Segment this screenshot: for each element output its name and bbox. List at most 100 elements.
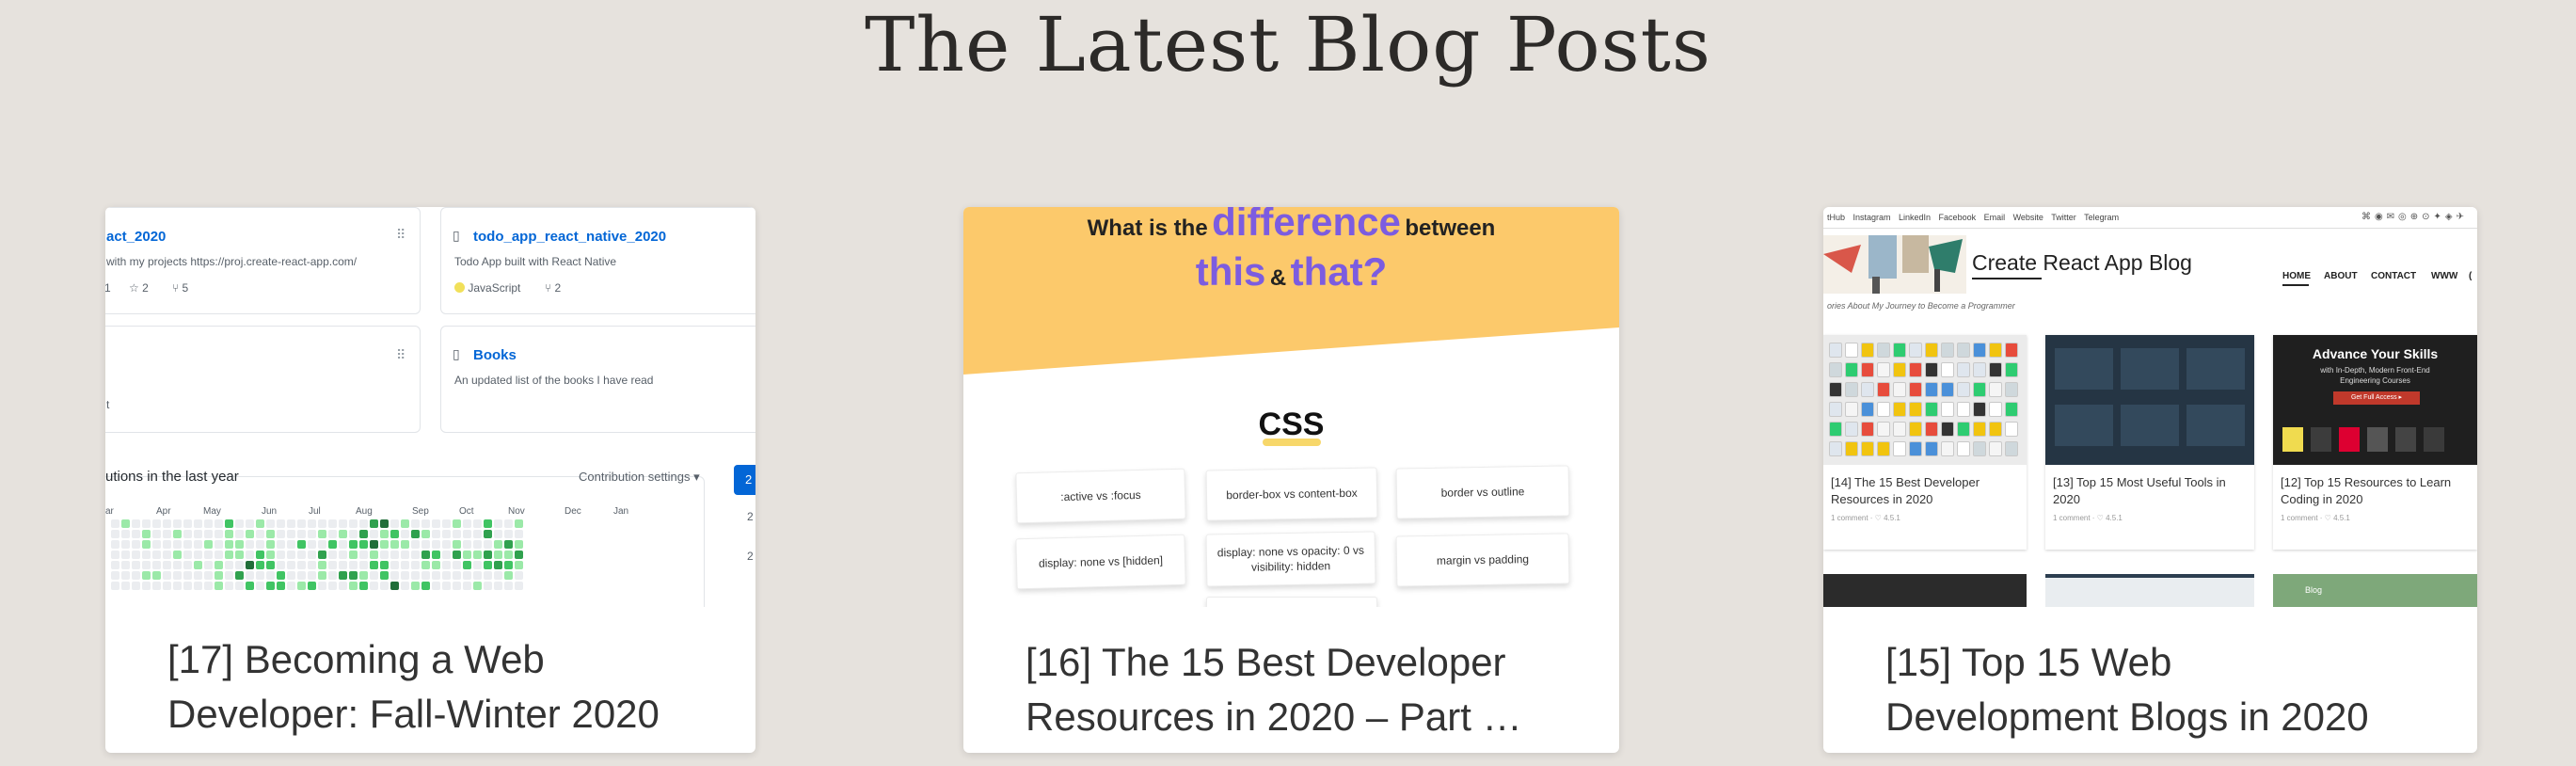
post-tile[interactable]: Advance Your Skills with In-Depth, Moder… — [2273, 335, 2477, 550]
contribution-cell — [287, 540, 295, 549]
post-tile-partial[interactable] — [2045, 574, 2254, 607]
contribution-cell — [328, 519, 337, 528]
contribution-cell — [246, 561, 254, 569]
post-title[interactable]: [16] The 15 Best Developer Resources in … — [963, 635, 1619, 744]
contribution-cell — [163, 530, 171, 538]
contribution-cell — [256, 540, 264, 549]
post-tile[interactable]: [14] The 15 Best Developer Resources in … — [1823, 335, 2027, 550]
month-label: Jun — [262, 506, 278, 517]
app-icon — [1957, 422, 1970, 437]
post-thumbnail-github[interactable]: act_2020 with my projects https://proj.c… — [105, 207, 755, 607]
contribution-cell — [235, 551, 244, 559]
contribution-cell — [401, 519, 409, 528]
section-title: The Latest Blog Posts — [865, 1, 1711, 88]
tile-panel — [2055, 348, 2113, 390]
repo-forks: ⑂ 2 — [545, 281, 562, 295]
contribution-cell — [359, 519, 368, 528]
tile-title[interactable]: [14] The 15 Best Developer Resources in … — [1831, 474, 2021, 508]
post-tile[interactable]: [13] Top 15 Most Useful Tools in 2020 1 … — [2045, 335, 2254, 550]
app-icon — [1973, 362, 1986, 377]
contribution-cell — [504, 551, 513, 559]
repo-name[interactable]: todo_app_react_native_2020 — [473, 229, 666, 245]
repo-card: t ⠿ — [105, 326, 421, 433]
contribution-cell — [215, 540, 223, 549]
contribution-cell — [266, 582, 275, 590]
month-label: Sep — [412, 506, 429, 517]
repo-name[interactable]: act_2020 — [106, 229, 166, 245]
contribution-cell — [442, 530, 451, 538]
contribution-cell — [463, 530, 471, 538]
contribution-cell — [370, 540, 378, 549]
repo-icon: ▯ — [453, 346, 460, 361]
month-label: Oct — [459, 506, 474, 517]
tile-title[interactable]: [13] Top 15 Most Useful Tools in 2020 — [2053, 474, 2249, 508]
post-tile-partial[interactable]: Blog — [2273, 574, 2477, 607]
social-icons[interactable]: ⌘◉✉◎⊕⊙✦◈✈ — [2361, 212, 2468, 222]
blog-card-16[interactable]: What is the difference between this & th… — [963, 207, 1619, 753]
contribution-cell — [277, 561, 285, 569]
contribution-cell — [339, 551, 347, 559]
year-link[interactable]: 2 — [747, 550, 754, 563]
contribution-cell — [152, 519, 161, 528]
nav-about[interactable]: ABOUT — [2324, 271, 2358, 281]
contribution-cell — [349, 551, 358, 559]
post-title[interactable]: [17] Becoming a Web Developer: Fall-Wint… — [105, 632, 755, 742]
contribution-cell — [194, 561, 202, 569]
post-thumbnail-blog[interactable]: tHub Instagram LinkedIn Facebook Email W… — [1823, 207, 2477, 607]
app-icon — [1845, 343, 1858, 358]
social-links[interactable]: tHub Instagram LinkedIn Facebook Email W… — [1827, 213, 2119, 222]
repo-name[interactable]: Books — [473, 347, 517, 363]
contribution-cell — [152, 540, 161, 549]
blog-title[interactable]: Create React App Blog — [1972, 250, 2192, 276]
tile-panel — [2121, 405, 2179, 446]
contribution-cell — [473, 519, 482, 528]
contribution-cell — [266, 571, 275, 580]
post-thumbnail-css[interactable]: What is the difference between this & th… — [963, 207, 1619, 607]
ad-button[interactable]: Get Full Access ▸ — [2333, 391, 2420, 405]
app-icon — [1925, 441, 1938, 456]
contribution-cell — [411, 582, 420, 590]
year-link[interactable]: 2 — [747, 510, 754, 523]
contribution-cell — [370, 571, 378, 580]
contribution-cell — [453, 540, 461, 549]
contribution-cell — [308, 571, 316, 580]
contribution-cell — [132, 551, 140, 559]
post-tile-partial[interactable] — [1823, 574, 2027, 607]
contribution-cell — [142, 561, 151, 569]
post-title[interactable]: [15] Top 15 Web Development Blogs in 202… — [1823, 635, 2477, 744]
contribution-cell — [256, 519, 264, 528]
app-icon — [2005, 441, 2018, 456]
app-icon — [2005, 402, 2018, 417]
drag-handle-icon[interactable]: ⠿ — [396, 347, 405, 363]
contribution-cell — [215, 571, 223, 580]
blog-card-15[interactable]: tHub Instagram LinkedIn Facebook Email W… — [1823, 207, 2477, 753]
contribution-cell — [142, 582, 151, 590]
nav-home[interactable]: HOME — [2282, 271, 2311, 281]
contribution-settings-dropdown[interactable]: Contribution settings ▾ — [579, 470, 700, 485]
contribution-cell — [225, 540, 233, 549]
contribution-cell — [453, 530, 461, 538]
tile-title[interactable]: [12] Top 15 Resources to Learn Coding in… — [2281, 474, 2472, 508]
app-icon — [1909, 343, 1922, 358]
contribution-cell — [349, 540, 358, 549]
nav-contact[interactable]: CONTACT — [2371, 271, 2416, 281]
contribution-cell — [215, 519, 223, 528]
contribution-cell — [246, 551, 254, 559]
contribution-cell — [173, 519, 182, 528]
app-icon — [1829, 441, 1842, 456]
concept-pill: display: none vs [hidden] — [1015, 534, 1186, 590]
contribution-cell — [256, 561, 264, 569]
nav-more[interactable]: ( — [2469, 271, 2472, 281]
contribution-cell — [287, 561, 295, 569]
blog-card-17[interactable]: act_2020 with my projects https://proj.c… — [105, 207, 755, 753]
contribution-cell — [142, 540, 151, 549]
year-button[interactable]: 2 — [734, 465, 755, 495]
contribution-cell — [152, 530, 161, 538]
app-icon — [1957, 382, 1970, 397]
app-icon — [1989, 402, 2002, 417]
contribution-cell — [515, 551, 523, 559]
drag-handle-icon[interactable]: ⠿ — [396, 227, 405, 243]
nav-www[interactable]: WWW — [2431, 271, 2457, 281]
contribution-cell — [494, 540, 502, 549]
app-icon — [1909, 382, 1922, 397]
